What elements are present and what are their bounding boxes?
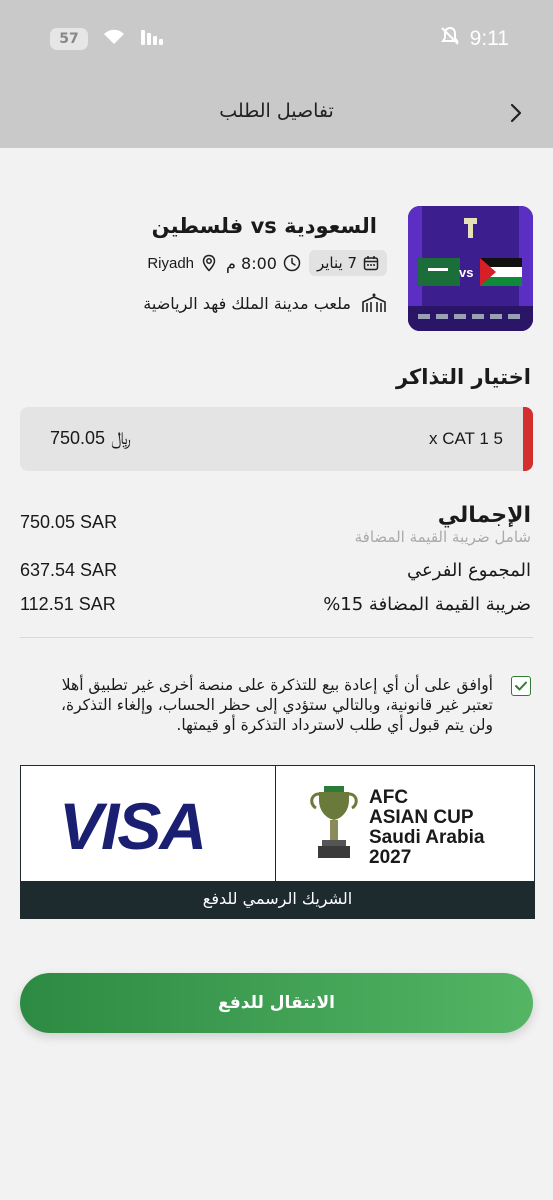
status-bar: 57 9:11 bbox=[0, 0, 553, 80]
mute-icon bbox=[440, 26, 460, 52]
event-title: السعودية vs فلسطين bbox=[151, 214, 377, 238]
tickets-section-title: اختيار التذاكر bbox=[395, 365, 531, 389]
ticket-price: 750.05 ﷼ bbox=[50, 428, 131, 449]
ticket-row[interactable]: x CAT 1 5 750.05 ﷼ bbox=[20, 407, 533, 471]
riyal-symbol-icon: ﷼ bbox=[111, 428, 131, 448]
afc-line-3: Saudi Arabia bbox=[369, 827, 485, 848]
checkmark-icon bbox=[515, 681, 527, 691]
subtotal-value: 637.54 SAR bbox=[20, 560, 118, 580]
payment-partner-banner: VISA AFC ASIAN CUP Saudi Arabia 2027 الش… bbox=[20, 765, 535, 919]
visa-logo-text: VISA bbox=[59, 789, 207, 863]
image-vs-text: vs bbox=[459, 265, 474, 280]
afc-asian-cup-logo: AFC ASIAN CUP Saudi Arabia 2027 bbox=[276, 766, 534, 881]
event-city-text: Riyadh bbox=[147, 254, 195, 272]
visa-logo: VISA bbox=[21, 766, 276, 881]
ticket-price-value: 750.05 bbox=[50, 428, 106, 448]
trophy-icon bbox=[310, 786, 358, 858]
ticket-accent-bar bbox=[523, 407, 533, 471]
terms-text: أوافق على أن أي إعادة بيع للتذكرة على من… bbox=[60, 676, 493, 734]
event-date: 7 يناير bbox=[308, 250, 387, 276]
proceed-to-payment-button[interactable]: الانتقال للدفع bbox=[20, 973, 533, 1033]
page-title: تفاصيل الطلب bbox=[219, 100, 334, 122]
clock-icon bbox=[283, 254, 301, 272]
ticket-label: x CAT 1 5 bbox=[428, 429, 503, 448]
afc-line-1: AFC bbox=[369, 787, 409, 808]
subtotal-label: المجموع الفرعي bbox=[407, 560, 531, 581]
event-time: 8:00 م bbox=[226, 254, 301, 273]
partner-caption: الشريك الرسمي للدفع bbox=[202, 889, 353, 908]
total-value: 750.05 SAR bbox=[20, 512, 118, 532]
event-image: vs bbox=[408, 206, 533, 331]
event-city: Riyadh bbox=[147, 254, 218, 272]
event-date-text: 7 يناير bbox=[316, 254, 357, 272]
battery-indicator: 57 bbox=[50, 28, 88, 50]
vat-value: 112.51 SAR bbox=[20, 594, 116, 614]
status-right: 9:11 bbox=[440, 26, 509, 52]
afc-logo-text: AFC ASIAN CUP Saudi Arabia 2027 bbox=[369, 788, 484, 868]
signal-icon bbox=[140, 28, 164, 50]
afc-line-4: 2027 bbox=[369, 847, 412, 868]
stadium-icon bbox=[362, 293, 386, 312]
location-pin-icon bbox=[202, 254, 216, 272]
afc-line-2: ASIAN CUP bbox=[369, 807, 474, 828]
wifi-icon bbox=[102, 28, 126, 50]
event-venue-text: ملعب مدينة الملك فهد الرياضية bbox=[143, 293, 351, 313]
app-header: تفاصيل الطلب bbox=[0, 80, 553, 148]
event-venue: ملعب مدينة الملك فهد الرياضية bbox=[143, 292, 387, 314]
terms-checkbox[interactable] bbox=[511, 676, 531, 696]
chevron-right-icon bbox=[510, 103, 522, 123]
event-meta: 7 يناير 8:00 م Riyadh bbox=[147, 250, 387, 276]
divider bbox=[20, 637, 533, 638]
event-time-text: 8:00 م bbox=[226, 253, 277, 273]
clock-text: 9:11 bbox=[469, 27, 509, 50]
vat-label: ضريبة القيمة المضافة 15% bbox=[323, 594, 531, 615]
total-sub-label: شامل ضريبة القيمة المضافة bbox=[354, 528, 531, 546]
total-label: الإجمالي bbox=[437, 503, 531, 528]
back-button[interactable] bbox=[503, 100, 529, 126]
status-left: 57 bbox=[50, 28, 164, 50]
calendar-icon bbox=[363, 256, 379, 271]
